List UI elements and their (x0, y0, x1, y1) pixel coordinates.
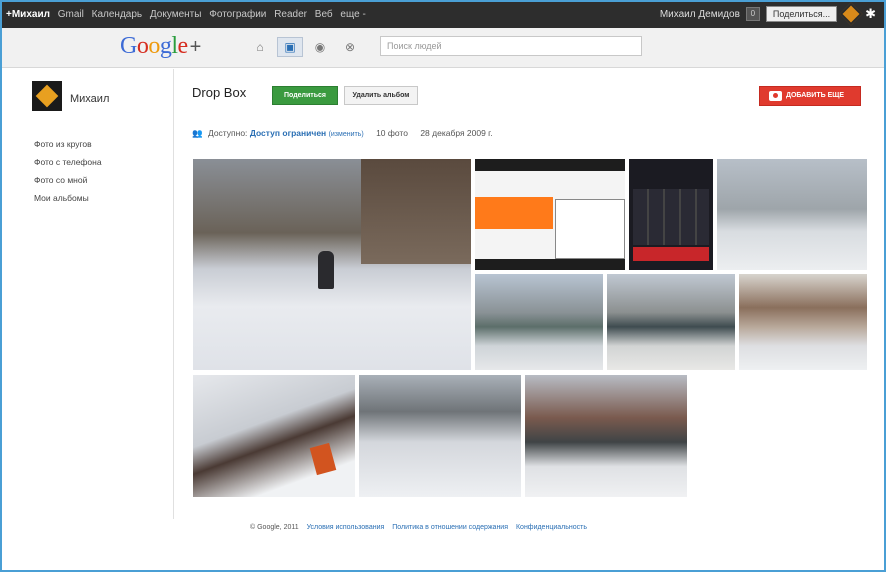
link-web[interactable]: Веб (315, 9, 333, 20)
nav-icons: ⌂ ▣ ◉ ⊗ (247, 37, 363, 57)
photo-thumbnail[interactable] (525, 375, 687, 497)
photos-icon[interactable]: ▣ (277, 37, 303, 57)
share-button[interactable]: Поделиться (272, 86, 338, 105)
album-meta: 👥 Доступно: Доступ ограничен (изменить) … (192, 128, 493, 139)
gear-icon[interactable]: ✱ (865, 6, 876, 22)
footer-link-terms[interactable]: Условия использования (307, 524, 385, 531)
photo-building (361, 159, 471, 264)
footer: © Google, 2011 Условия использования Пол… (250, 524, 587, 531)
camera-icon (769, 91, 782, 101)
access-value-link[interactable]: Доступ ограничен (250, 128, 326, 138)
link-reader[interactable]: Reader (274, 9, 307, 20)
photo-thumbnail[interactable] (607, 274, 735, 370)
link-gmail[interactable]: Gmail (58, 9, 84, 20)
sidebar-item-phone-photos[interactable]: Фото с телефона (34, 157, 102, 167)
google-bar-right: Михаил Демидов 0 Поделиться... ✱ (660, 2, 876, 26)
google-plus-logo[interactable]: Google + (120, 33, 201, 60)
profile-icon[interactable]: ◉ (307, 37, 333, 57)
add-more-button[interactable]: ДОБАВИТЬ ЕЩЕ (759, 86, 861, 106)
album-title: Drop Box (192, 85, 247, 100)
gplus-header: Google + ⌂ ▣ ◉ ⊗ Поиск людей (2, 28, 884, 68)
sidebar-item-circles-photos[interactable]: Фото из кругов (34, 139, 102, 149)
google-bar-links: +Михаил Gmail Календарь Документы Фотогр… (6, 9, 371, 20)
album-date: 28 декабря 2009 г. (420, 128, 493, 138)
delete-album-button[interactable]: Удалить альбом (344, 86, 418, 105)
photo-thumbnail[interactable] (739, 274, 867, 370)
home-icon[interactable]: ⌂ (247, 37, 273, 57)
link-docs[interactable]: Документы (150, 9, 202, 20)
link-profile[interactable]: +Михаил (6, 9, 50, 20)
user-name[interactable]: Михаил Демидов (660, 9, 740, 20)
sidebar-item-photos-of-me[interactable]: Фото со мной (34, 175, 102, 185)
access-label: Доступно: (207, 128, 248, 138)
sidebar: Михаил Фото из кругов Фото с телефона Фо… (2, 69, 174, 519)
photo-thumbnail[interactable] (193, 159, 471, 370)
bottom-strip (0, 574, 890, 585)
browser-frame: +Михаил Gmail Календарь Документы Фотогр… (0, 0, 886, 572)
photo-thumbnail[interactable] (629, 159, 713, 270)
sidebar-item-my-albums[interactable]: Мои альбомы (34, 193, 102, 203)
footer-link-content-policy[interactable]: Политика в отношении содержания (392, 524, 508, 531)
footer-copyright: © Google, 2011 (250, 524, 299, 531)
photo-thumbnail[interactable] (193, 375, 355, 497)
profile-name[interactable]: Михаил (70, 93, 109, 105)
footer-link-privacy[interactable]: Конфиденциальность (516, 524, 587, 531)
photo-person (318, 251, 334, 289)
sidebar-links: Фото из кругов Фото с телефона Фото со м… (34, 139, 102, 211)
avatar-small-icon[interactable] (839, 2, 863, 26)
photo-thumbnail[interactable] (359, 375, 521, 497)
photo-thumbnail[interactable] (717, 159, 867, 270)
link-more[interactable]: еще - (340, 9, 365, 20)
add-more-label: ДОБАВИТЬ ЕЩЕ (786, 92, 845, 99)
share-box-button[interactable]: Поделиться... (765, 6, 838, 22)
photo-thumbnail[interactable] (475, 274, 603, 370)
photo-thumbnail[interactable] (475, 159, 625, 270)
change-access-link[interactable]: (изменить) (329, 131, 364, 138)
photo-count: 10 фото (376, 128, 408, 138)
people-icon: 👥 (192, 128, 203, 138)
google-bar: +Михаил Gmail Календарь Документы Фотогр… (2, 2, 884, 28)
notification-count[interactable]: 0 (745, 7, 760, 21)
circles-icon[interactable]: ⊗ (337, 37, 363, 57)
link-photos[interactable]: Фотографии (209, 9, 266, 20)
search-input[interactable]: Поиск людей (380, 36, 642, 56)
link-calendar[interactable]: Календарь (92, 9, 142, 20)
avatar[interactable] (32, 81, 62, 111)
